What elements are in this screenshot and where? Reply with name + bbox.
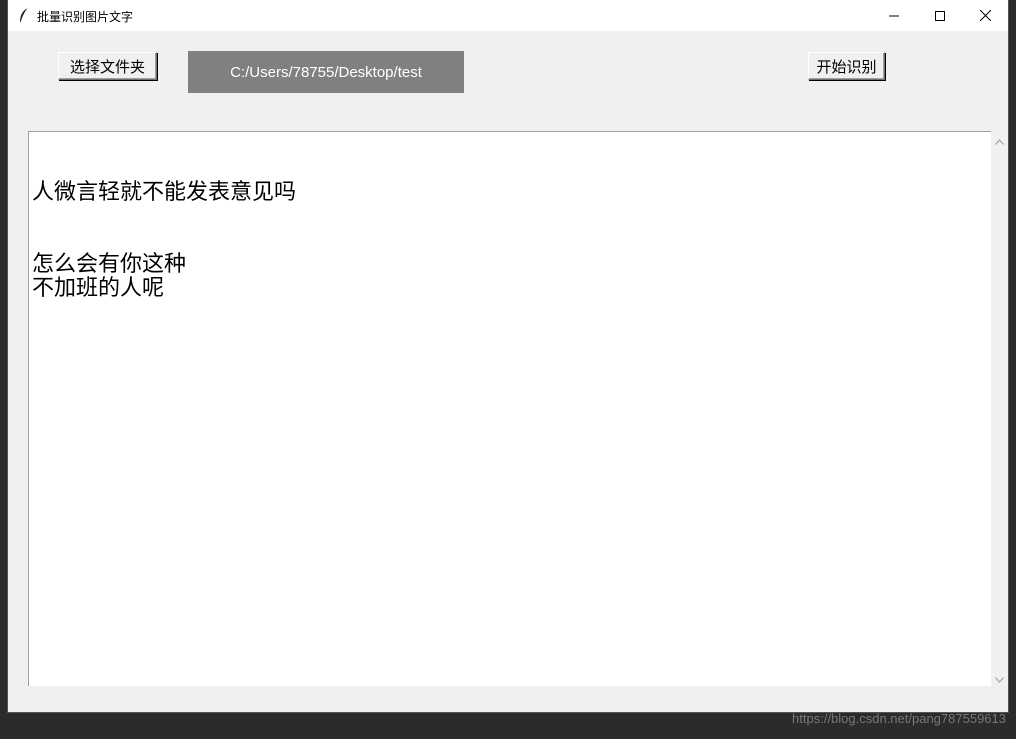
choose-folder-button[interactable]: 选择文件夹 [58,52,157,80]
chevron-up-icon [995,130,1004,149]
close-icon [979,6,991,25]
maximize-icon [935,6,945,25]
result-text-area[interactable]: 人微言轻就不能发表意见吗 怎么会有你这种 不加班的人呢 [28,131,991,686]
title-bar[interactable]: 批量识别图片文字 [8,0,1008,31]
vertical-scrollbar[interactable] [991,131,1008,686]
maximize-button[interactable] [917,0,963,30]
scroll-up-button[interactable] [991,131,1008,148]
desktop-background-right [1008,0,1016,739]
minimize-icon [889,6,899,25]
result-line: 人微言轻就不能发表意见吗 [32,180,297,205]
app-window: 批量识别图片文字 选择文件夹 C:/Users/78755/Desktop/te… [8,0,1008,712]
feather-icon [18,7,30,23]
watermark-text: https://blog.csdn.net/pang787559613 [792,711,1006,726]
start-recognition-button[interactable]: 开始识别 [808,52,885,80]
minimize-button[interactable] [871,0,917,30]
result-line: 不加班的人呢 [32,276,165,301]
folder-path-label: C:/Users/78755/Desktop/test [188,51,464,93]
close-button[interactable] [962,0,1008,30]
window-title: 批量识别图片文字 [37,10,134,24]
result-line: 怎么会有你这种 [32,252,187,277]
scroll-down-button[interactable] [991,669,1008,686]
chevron-down-icon [995,668,1004,687]
